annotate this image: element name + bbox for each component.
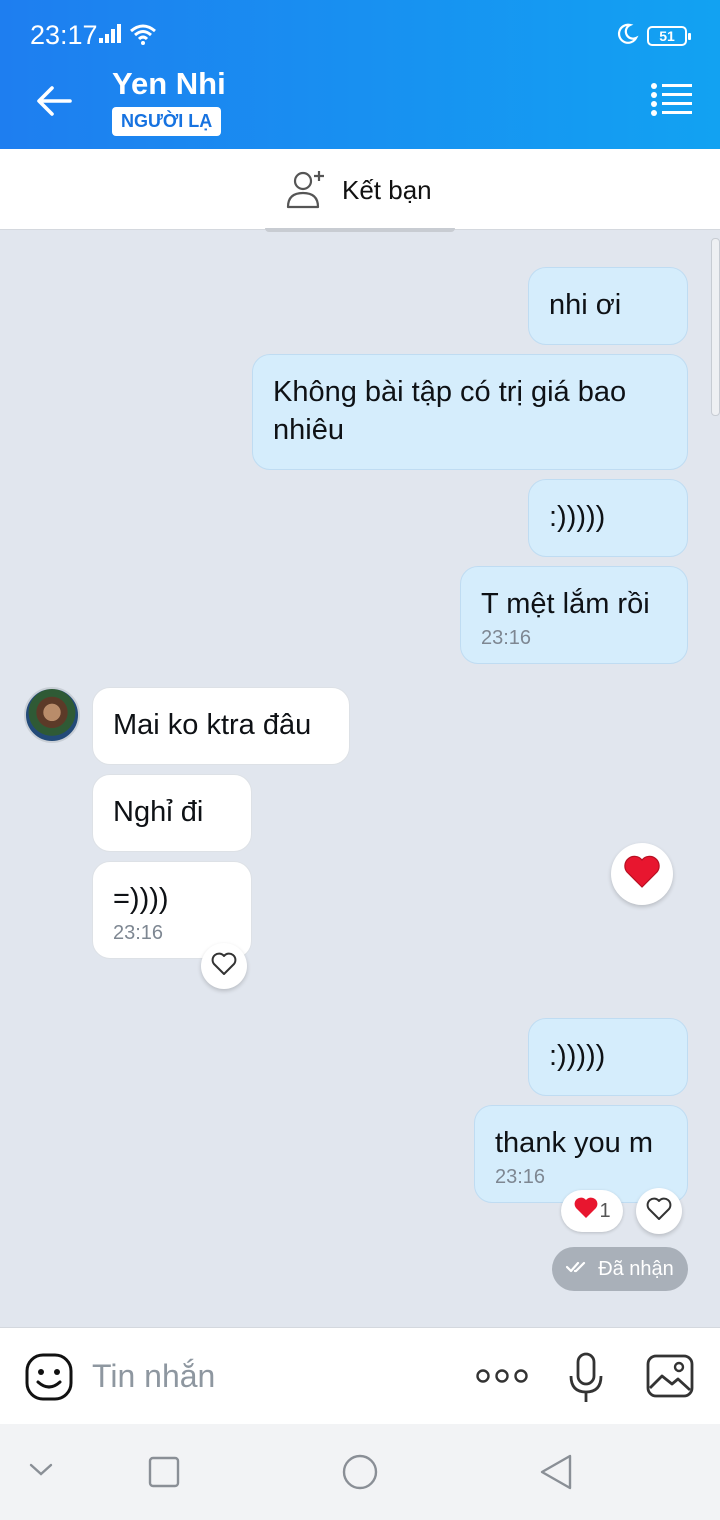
heart-outline-icon <box>211 952 237 981</box>
moon-icon <box>615 22 639 51</box>
back-nav-icon[interactable] <box>538 1453 574 1496</box>
message-bubble-incoming[interactable]: Mai ko ktra đâu <box>92 687 350 765</box>
scrollbar[interactable] <box>711 238 720 416</box>
system-nav-bar <box>0 1424 720 1520</box>
message-text: :))))) <box>549 501 606 533</box>
message-text: Không bài tập có trị giá bao nhiêu <box>273 376 627 446</box>
chevron-down-icon[interactable] <box>28 1460 54 1485</box>
menu-list-icon[interactable] <box>650 82 694 118</box>
back-arrow-icon[interactable] <box>30 76 80 126</box>
wifi-icon <box>128 22 158 51</box>
message-bubble-incoming[interactable]: Nghỉ đi <box>92 774 252 852</box>
heart-icon <box>622 854 662 895</box>
home-icon[interactable] <box>341 1453 379 1496</box>
add-friend-button[interactable]: Kết bạn <box>286 167 432 214</box>
message-time: 23:16 <box>495 1166 546 1188</box>
message-text: thank you m <box>495 1127 653 1159</box>
message-text: nhi ơi <box>549 289 622 321</box>
message-text: Nghỉ đi <box>113 796 204 828</box>
message-text: :))))) <box>549 1040 606 1072</box>
status-time: 23:17 <box>30 20 98 50</box>
avatar[interactable] <box>24 687 80 743</box>
delivery-status: Đã nhận <box>552 1247 688 1291</box>
message-bubble-outgoing[interactable]: :))))) <box>528 479 688 557</box>
contact-name[interactable]: Yen Nhi <box>112 66 226 102</box>
message-time: 23:16 <box>113 922 164 944</box>
emoji-icon[interactable] <box>24 1352 74 1407</box>
signal-icon <box>98 22 124 49</box>
microphone-icon[interactable] <box>568 1352 604 1409</box>
image-icon[interactable] <box>646 1354 694 1403</box>
delivery-status-label: Đã nhận <box>598 1257 674 1280</box>
react-button[interactable] <box>201 943 247 989</box>
add-friend-bar[interactable]: Kết bạn <box>0 149 720 230</box>
add-user-icon <box>286 167 328 214</box>
message-text: =)))) <box>113 883 169 915</box>
scroll-hint <box>265 228 455 232</box>
recent-apps-icon[interactable] <box>148 1456 180 1493</box>
message-bubble-outgoing[interactable]: :))))) <box>528 1018 688 1096</box>
reaction-count-badge[interactable]: 1 <box>561 1190 623 1232</box>
heart-outline-icon <box>646 1197 672 1226</box>
status-bar: 23:17 51 <box>0 0 720 54</box>
heart-icon <box>573 1196 599 1226</box>
stranger-badge: NGƯỜI LẠ <box>112 107 222 136</box>
message-input[interactable]: Tin nhắn <box>92 1358 215 1395</box>
chat-header: 23:17 51 Yen Nhi NGƯỜI LẠ <box>0 0 720 149</box>
message-time: 23:16 <box>481 627 532 649</box>
message-bubble-outgoing[interactable]: T mệt lắm rồi 23:16 <box>460 566 688 664</box>
message-bubble-outgoing[interactable]: nhi ơi <box>528 267 688 345</box>
add-friend-label: Kết bạn <box>342 175 432 205</box>
message-text: T mệt lắm rồi <box>481 588 650 620</box>
double-check-icon <box>566 1258 598 1281</box>
more-options-icon[interactable] <box>476 1366 528 1391</box>
battery-indicator: 51 <box>647 26 691 46</box>
heart-reaction-button[interactable] <box>611 843 673 905</box>
message-text: Mai ko ktra đâu <box>113 709 312 741</box>
message-bubble-outgoing[interactable]: Không bài tập có trị giá bao nhiêu <box>252 354 688 470</box>
reaction-count: 1 <box>599 1199 611 1222</box>
react-button[interactable] <box>636 1188 682 1234</box>
message-composer: Tin nhắn <box>0 1327 720 1424</box>
